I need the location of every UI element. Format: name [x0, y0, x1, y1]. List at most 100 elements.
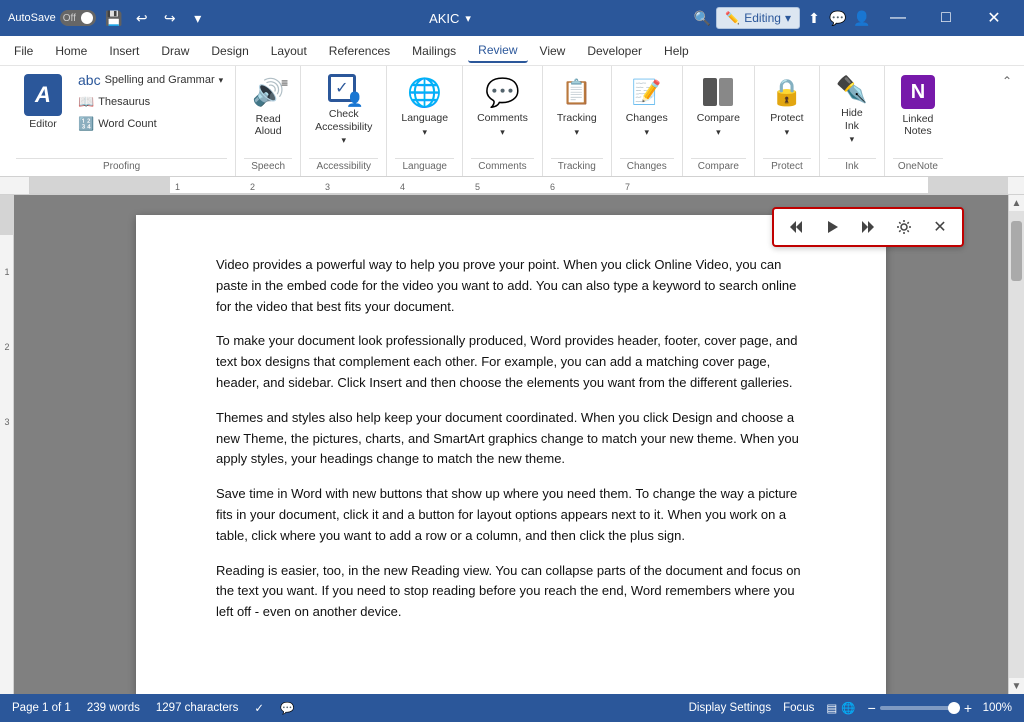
- menu-references[interactable]: References: [319, 40, 400, 62]
- status-bar-right: Display Settings Focus ▤ 🌐 − + 100%: [689, 700, 1012, 716]
- menu-draw[interactable]: Draw: [151, 40, 199, 62]
- read-aloud-next-button[interactable]: [854, 213, 882, 241]
- zoom-minus-button[interactable]: −: [868, 700, 876, 716]
- hide-ink-button[interactable]: ✒️ HideInk ▾: [828, 70, 876, 142]
- maximize-button[interactable]: □: [924, 0, 968, 36]
- tracking-icon: 📋: [562, 78, 592, 107]
- menu-review[interactable]: Review: [468, 39, 527, 63]
- zoom-plus-button[interactable]: +: [964, 700, 972, 716]
- menu-developer[interactable]: Developer: [577, 40, 652, 62]
- read-aloud-play-button[interactable]: [818, 213, 846, 241]
- scroll-thumb[interactable]: [1011, 221, 1022, 281]
- menu-mailings[interactable]: Mailings: [402, 40, 466, 62]
- accessibility-icon-wrap: ✓ 👤: [326, 74, 362, 106]
- word-count-button[interactable]: 🔢 Word Count: [74, 114, 227, 134]
- ribbon: File Home Insert Draw Design Layout Refe…: [0, 36, 1024, 177]
- read-aloud-lines-icon: ≡: [281, 76, 288, 90]
- tracking-dropdown-icon: ▾: [575, 127, 580, 138]
- search-button[interactable]: 🔍: [692, 8, 712, 28]
- menu-help[interactable]: Help: [654, 40, 699, 62]
- ribbon-group-ink: ✒️ HideInk ▾ Ink: [820, 66, 885, 176]
- document-scroll-area[interactable]: ✕ Video provides a powerful way to help …: [14, 195, 1008, 694]
- menu-design[interactable]: Design: [201, 40, 258, 62]
- editor-label: Editor: [29, 118, 56, 130]
- title-dropdown-icon[interactable]: ▾: [465, 12, 471, 25]
- share-button[interactable]: ⬆: [804, 8, 824, 28]
- changes-content: 📝 Changes ▾: [620, 70, 674, 158]
- ribbon-group-proofing: A Editor abc Spelling and Grammar ▾ 📖 Th…: [8, 66, 236, 176]
- tracking-label: Tracking: [557, 112, 597, 125]
- check-accessibility-button[interactable]: ✓ 👤 CheckAccessibility ▾: [309, 70, 378, 142]
- pencil-icon: ✏️: [725, 11, 740, 25]
- thesaurus-button[interactable]: 📖 Thesaurus: [74, 92, 227, 112]
- zoom-slider[interactable]: [880, 706, 960, 710]
- language-button[interactable]: 🌐 Language ▾: [395, 70, 454, 142]
- compare-button[interactable]: Compare ▾: [691, 70, 746, 142]
- editing-button[interactable]: ✏️ Editing ▾: [716, 7, 800, 29]
- speech-label: Speech: [244, 158, 292, 176]
- compare-dropdown-icon: ▾: [716, 127, 721, 138]
- svg-text:1: 1: [175, 182, 180, 192]
- title-bar-right: 🔍 ✏️ Editing ▾ ⬆ 💬 👤 — □ ✕: [692, 0, 1016, 36]
- onenote-icon: N: [901, 75, 935, 109]
- word-count-icon: 🔢: [78, 116, 94, 132]
- spelling-grammar-button[interactable]: abc Spelling and Grammar ▾: [74, 70, 227, 90]
- zoom-control: − + 100%: [868, 700, 1012, 716]
- svg-text:2: 2: [4, 342, 9, 352]
- read-aloud-toolbar: ✕: [772, 207, 964, 247]
- customize-button[interactable]: ▾: [188, 8, 208, 28]
- ribbon-group-comments: 💬 Comments ▾ Comments: [463, 66, 543, 176]
- autosave-toggle[interactable]: Off: [60, 10, 96, 26]
- menu-view[interactable]: View: [530, 40, 576, 62]
- scroll-arrow-down[interactable]: ▼: [1009, 678, 1024, 694]
- read-aloud-button[interactable]: 🔊 ≡ ReadAloud: [244, 70, 292, 142]
- close-button[interactable]: ✕: [972, 0, 1016, 36]
- vertical-scrollbar[interactable]: ▲ ▼: [1008, 195, 1024, 694]
- read-aloud-settings-button[interactable]: [890, 213, 918, 241]
- menu-home[interactable]: Home: [45, 40, 97, 62]
- tracking-icon-wrap: 📋: [559, 74, 595, 110]
- ruler-ticks: 1 2 3 4 5 6 7: [30, 177, 1008, 193]
- editing-label: Editing: [744, 11, 781, 25]
- linked-notes-button[interactable]: N LinkedNotes: [893, 70, 943, 142]
- autosave-control[interactable]: AutoSave Off: [8, 10, 96, 26]
- changes-icon-wrap: 📝: [629, 74, 665, 110]
- ribbon-collapse[interactable]: ⌃: [998, 66, 1016, 176]
- read-aloud-close-button[interactable]: ✕: [926, 213, 954, 241]
- comments-button-ribbon[interactable]: 💬 Comments ▾: [471, 70, 534, 142]
- protect-group-label: Protect: [763, 158, 811, 176]
- comments-group-label: Comments: [471, 158, 534, 176]
- redo-button[interactable]: ↪: [160, 8, 180, 28]
- comments-content: 💬 Comments ▾: [471, 70, 534, 158]
- display-settings-button[interactable]: Display Settings: [689, 702, 771, 714]
- compare-group-label: Compare: [691, 158, 746, 176]
- autosave-state: Off: [63, 13, 76, 24]
- accessibility-label: Accessibility: [309, 158, 378, 176]
- menu-file[interactable]: File: [4, 40, 43, 62]
- minimize-button[interactable]: —: [876, 0, 920, 36]
- undo-button[interactable]: ↩: [132, 8, 152, 28]
- scroll-arrow-up[interactable]: ▲: [1009, 195, 1024, 211]
- menu-insert[interactable]: Insert: [99, 40, 149, 62]
- accessibility-content: ✓ 👤 CheckAccessibility ▾: [309, 70, 378, 158]
- web-layout-icon[interactable]: 🌐: [841, 701, 855, 715]
- print-layout-icon[interactable]: ▤: [826, 701, 837, 715]
- focus-button[interactable]: Focus: [783, 702, 814, 714]
- tracking-button[interactable]: 📋 Tracking ▾: [551, 70, 603, 142]
- status-bar: Page 1 of 1 239 words 1297 characters ✓ …: [0, 694, 1024, 722]
- changes-button[interactable]: 📝 Changes ▾: [620, 70, 674, 142]
- comments-ribbon-label: Comments: [477, 112, 528, 125]
- title-bar: AutoSave Off 💾 ↩ ↪ ▾ AKIC ▾ 🔍 ✏️ Editing…: [0, 0, 1024, 36]
- read-aloud-prev-button[interactable]: [782, 213, 810, 241]
- compare-label: Compare: [697, 112, 740, 125]
- comments-button[interactable]: 💬: [828, 8, 848, 28]
- editor-button[interactable]: A Editor: [16, 70, 70, 134]
- account-button[interactable]: 👤: [852, 8, 872, 28]
- protect-button[interactable]: 🔒 Protect ▾: [763, 70, 811, 142]
- compare-icon-wrap: [700, 74, 736, 110]
- save-button[interactable]: 💾: [104, 8, 124, 28]
- scroll-track[interactable]: [1009, 211, 1024, 678]
- svg-text:5: 5: [475, 182, 480, 192]
- onenote-content: N LinkedNotes: [893, 70, 943, 158]
- menu-layout[interactable]: Layout: [261, 40, 317, 62]
